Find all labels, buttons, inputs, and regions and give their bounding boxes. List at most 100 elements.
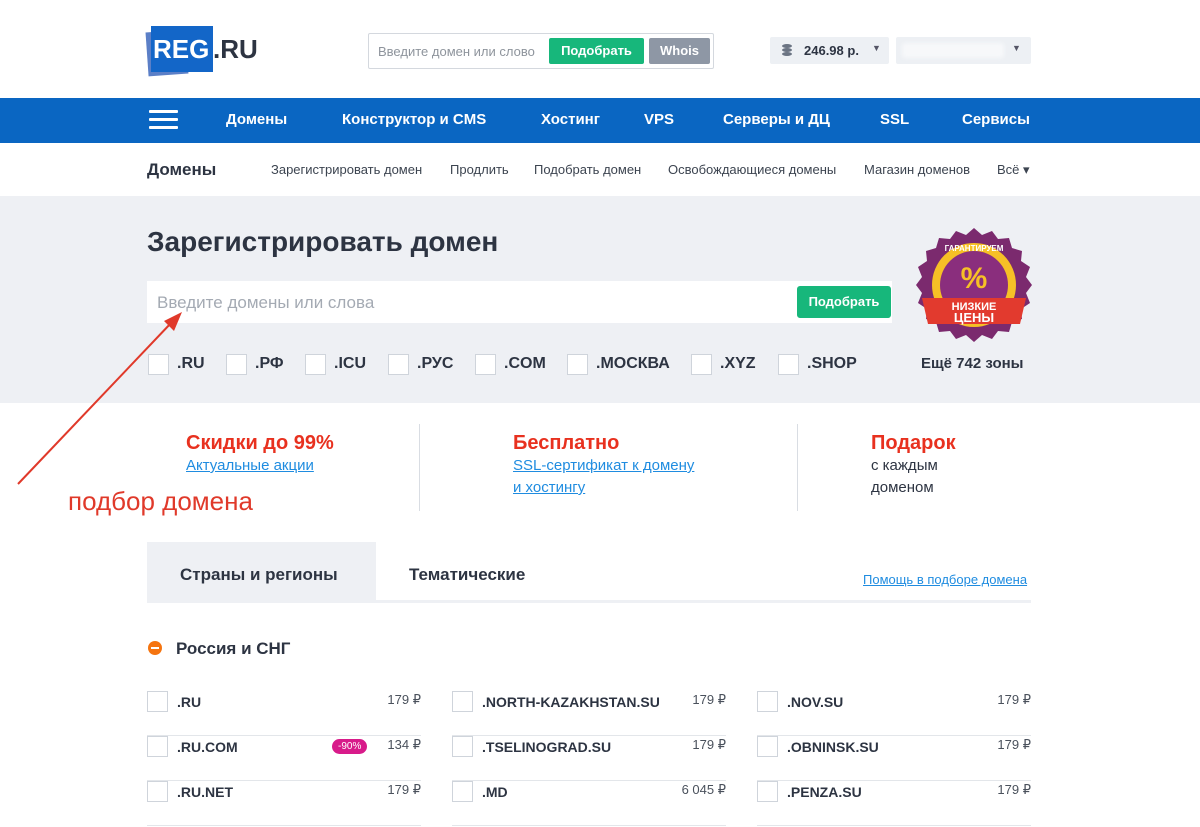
domain-price: 134 ₽ [387,737,421,752]
domain-row[interactable]: .RU.NET 179 ₽ [147,781,421,826]
menu-icon[interactable] [149,110,178,130]
promo-link-ssl[interactable]: SSL-сертификат к домену [513,455,694,477]
subnav-link-pick[interactable]: Подобрать домен [534,162,641,177]
subnav-link-all[interactable]: Всё ▾ [997,162,1030,178]
domain-price: 6 045 ₽ [681,782,726,797]
subnav-title: Домены [147,160,217,179]
domain-price: 179 ₽ [692,737,726,752]
annotation-text: подбор домена [68,486,253,516]
domain-name: .RU [177,694,202,710]
subnav-link-renew[interactable]: Продлить [450,162,509,177]
promo-text-gift-line2: доменом [871,479,934,496]
domain-price: 179 ₽ [997,692,1031,707]
help-link[interactable]: Помощь в подборе домена [863,572,1027,587]
domain-row[interactable]: .RU.COM -90% 134 ₽ [147,736,421,781]
whois-button[interactable]: Whois [649,38,710,64]
domain-row[interactable]: .MD 6 045 ₽ [452,781,726,826]
nav-item-vps[interactable]: VPS [644,111,674,128]
discount-badge: -90% [332,739,368,754]
domain-name: .PENZA.SU [787,784,862,800]
logo-suffix-text: .RU [213,34,258,64]
tab-thematic[interactable]: Тематические [409,565,525,585]
region-title: Россия и СНГ [176,639,291,658]
zone-label: .SHOP [807,355,857,372]
domain-price: 179 ₽ [997,737,1031,752]
checkbox[interactable] [475,354,496,375]
checkbox[interactable] [388,354,409,375]
balance-value: 246.98 р. [804,43,859,58]
promo-link-ssl-line2[interactable]: и хостингу [513,477,585,499]
checkbox[interactable] [757,736,778,757]
coins-icon [782,44,792,56]
domain-price: 179 ₽ [387,692,421,707]
checkbox[interactable] [147,736,168,757]
domain-row[interactable]: .OBNINSK.SU 179 ₽ [757,736,1031,781]
checkbox[interactable] [452,781,473,802]
domain-row[interactable]: .PENZA.SU 179 ₽ [757,781,1031,826]
promo-text-gift: с каждым [871,457,938,474]
zone-label: .RU [177,355,205,372]
domain-name: .MD [482,784,508,800]
zone-label: .ICU [334,355,366,372]
domain-name: .NOV.SU [787,694,844,710]
tab-countries[interactable]: Страны и регионы [147,542,376,601]
checkbox[interactable] [452,691,473,712]
nav-item-hosting[interactable]: Хостинг [541,111,600,128]
divider [797,424,798,511]
domain-row[interactable]: .NOV.SU 179 ₽ [757,691,1031,736]
balance-dropdown[interactable]: 246.98 р. ▼ [770,37,889,64]
domain-row[interactable]: .NORTH-KAZAKHSTAN.SU 179 ₽ [452,691,726,736]
badge-line2-text: ЦЕНЫ [954,310,994,325]
zone-label: .МОСКВА [596,355,670,372]
nav-item-ssl[interactable]: SSL [880,111,909,128]
logo-main-text: REG [151,26,213,72]
nav-item-builder[interactable]: Конструктор и CMS [342,111,486,128]
domain-name: .NORTH-KAZAKHSTAN.SU [482,694,660,710]
header-search-input[interactable]: Введите домен или слово [378,44,535,59]
domain-row[interactable]: .TSELINOGRAD.SU 179 ₽ [452,736,726,781]
sub-nav: Домены Зарегистрировать домен Продлить П… [0,143,1200,196]
domain-row[interactable]: .RU 179 ₽ [147,691,421,736]
register-heading: Зарегистрировать домен [147,226,499,257]
chevron-down-icon: ▼ [872,43,881,53]
logo[interactable]: REG .RU [145,25,267,77]
checkbox[interactable] [226,354,247,375]
header-search-button[interactable]: Подобрать [549,38,644,64]
domain-price: 179 ₽ [997,782,1031,797]
zone-label: .COM [504,355,546,372]
subnav-link-shop[interactable]: Магазин доменов [864,162,970,177]
subnav-link-expiring[interactable]: Освобождающиеся домены [668,162,836,177]
checkbox[interactable] [757,691,778,712]
checkbox[interactable] [567,354,588,375]
checkbox[interactable] [452,736,473,757]
checkbox[interactable] [757,781,778,802]
main-nav: Домены Конструктор и CMS Хостинг VPS Сер… [0,98,1200,143]
domain-search-button[interactable]: Подобрать [797,286,891,318]
promo-title-gift: Подарок [871,432,956,454]
divider [419,424,420,511]
checkbox[interactable] [148,354,169,375]
more-zones-link[interactable]: Ещё 742 зоны [921,355,1023,372]
checkbox[interactable] [691,354,712,375]
domain-name: .TSELINOGRAD.SU [482,739,612,755]
header-search: Введите домен или слово Подобрать Whois [368,33,714,69]
checkbox[interactable] [147,691,168,712]
domain-name: .RU.NET [177,784,233,800]
promo-link-actions[interactable]: Актуальные акции [186,455,314,477]
collapse-icon[interactable] [148,641,162,655]
checkbox[interactable] [147,781,168,802]
checkbox[interactable] [778,354,799,375]
domain-search-input[interactable]: Введите домены или слова [157,293,374,313]
nav-item-domains[interactable]: Домены [226,111,287,128]
badge-percent-text: % [961,262,988,295]
nav-item-servers[interactable]: Серверы и ДЦ [723,111,830,128]
tab-label: Страны и регионы [180,565,338,584]
nav-item-services[interactable]: Сервисы [962,111,1030,128]
checkbox[interactable] [305,354,326,375]
promo-title-discounts: Скидки до 99% [186,432,334,454]
user-menu[interactable]: ▼ [896,37,1031,64]
domain-name: .RU.COM [177,739,238,755]
zone-label: .РФ [255,355,284,372]
domain-search: Введите домены или слова Подобрать [147,281,892,323]
subnav-link-register[interactable]: Зарегистрировать домен [271,162,422,177]
